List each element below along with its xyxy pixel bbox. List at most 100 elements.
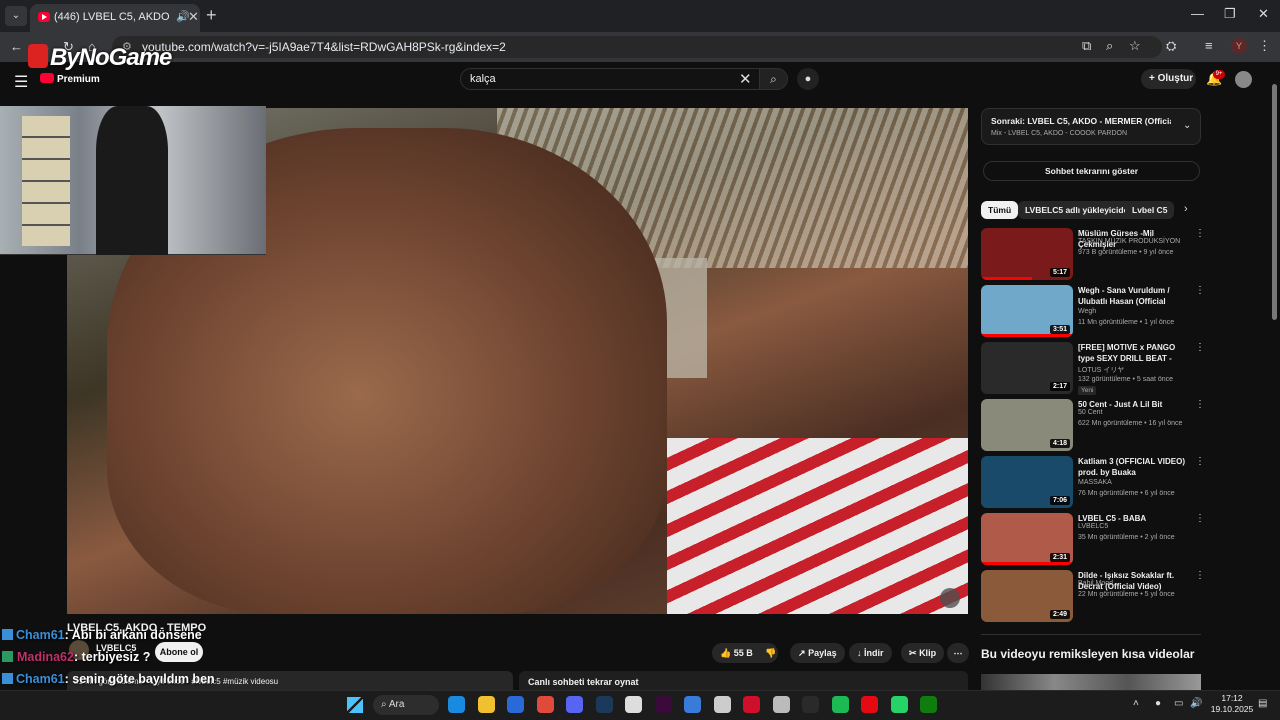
windows-start-icon[interactable] — [347, 697, 363, 713]
whatsapp-icon[interactable] — [890, 696, 908, 713]
network-icon[interactable]: ▭ — [1174, 698, 1183, 709]
chevron-down-icon[interactable]: ⌄ — [1183, 120, 1191, 131]
opera-icon[interactable] — [743, 696, 760, 713]
steelseries-icon[interactable] — [713, 696, 731, 713]
chevron-right-icon[interactable]: › — [1184, 203, 1188, 215]
video-thumbnail[interactable]: 2:17 — [981, 342, 1073, 394]
chip-uploader[interactable]: LVBELC5 adlı yükleyiciden — [1018, 201, 1141, 219]
channel-name[interactable]: MASSAKA — [1078, 479, 1112, 486]
video-title[interactable]: Katliam 3 (OFFICIAL VIDEO) prod. by Buak… — [1078, 456, 1190, 478]
notification-center-icon[interactable]: ▤ — [1258, 698, 1267, 709]
more-options-icon[interactable]: ⋮ — [1195, 570, 1205, 581]
url-field[interactable]: ⚙ youtube.com/watch?v=-j5IA9ae7T4&list=R… — [112, 36, 1162, 58]
recommendation-item[interactable]: 5:17 Müslüm Gürses -Mil Çekmişler TAŞKIN M… — [981, 228, 1205, 280]
video-title[interactable]: [FREE] MOTIVE x PANGO type SEXY DRILL BE… — [1078, 342, 1190, 364]
video-thumbnail[interactable]: 2:31 — [981, 513, 1073, 565]
recommendation-item[interactable]: 2:31 LVBEL C5 - BABA LVBELC5 35 Mn görüntül… — [981, 513, 1205, 565]
video-thumbnail[interactable]: 2:49 — [981, 570, 1073, 622]
video-meta: 35 Mn görüntüleme • 2 yıl önce — [1078, 534, 1175, 541]
browser-tab[interactable]: (446) LVBEL C5, AKDO - TEMPO 🔊 ✕ — [30, 4, 200, 32]
page-scrollbar[interactable] — [1271, 74, 1278, 690]
epic-icon[interactable] — [802, 696, 819, 713]
video-title[interactable]: Wegh - Sana Vuruldum / Ulubatlı Hasan (O… — [1078, 285, 1190, 307]
more-options-icon[interactable]: ⋮ — [1195, 456, 1205, 467]
close-window-button[interactable]: ✕ — [1258, 6, 1269, 22]
bookmark-star-icon[interactable]: ☆ — [1129, 38, 1141, 54]
channel-name[interactable]: Babil Mood — [1078, 580, 1113, 587]
channel-name[interactable]: LOTUS イリヤ — [1078, 365, 1124, 375]
more-options-icon[interactable]: ⋮ — [1195, 228, 1205, 239]
clear-search-icon[interactable]: ✕ — [739, 70, 752, 88]
video-thumbnail[interactable]: 7:06 — [981, 456, 1073, 508]
more-options-icon[interactable]: ⋮ — [1195, 342, 1205, 353]
xbox-icon[interactable] — [920, 696, 937, 713]
player-control-button[interactable] — [940, 588, 960, 608]
volume-icon[interactable]: 🔊 — [1190, 698, 1202, 709]
spotify-icon[interactable] — [831, 696, 849, 713]
download-button[interactable]: ↓ İndir — [849, 643, 892, 663]
steam-icon[interactable] — [595, 696, 613, 713]
media-control-icon[interactable]: ≡ — [1205, 38, 1213, 53]
minimize-button[interactable]: — — [1191, 6, 1204, 21]
recommendation-item[interactable]: 3:51 Wegh - Sana Vuruldum / Ulubatlı Hasa… — [981, 285, 1205, 337]
live-chat-replay[interactable]: Canlı sohbeti tekrar oynat — [519, 671, 968, 691]
recommendation-item[interactable]: 4:18 50 Cent - Just A Lil Bit 50 Cent 622 M… — [981, 399, 1205, 451]
create-button[interactable]: + Oluştur — [1141, 69, 1196, 89]
clip-button[interactable]: ✂ Klip — [901, 643, 945, 663]
unity-icon[interactable] — [772, 696, 790, 713]
cast-icon[interactable]: ⧉ — [1082, 38, 1091, 54]
more-actions-button[interactable]: ⋯ — [947, 643, 969, 663]
recommendation-item[interactable]: 2:49 Dilde - Işıksız Sokaklar ft. Decrat … — [981, 570, 1205, 622]
microphone-icon[interactable]: ● — [1155, 698, 1161, 709]
subscribe-button[interactable]: Abone ol — [155, 642, 203, 662]
defender-icon[interactable] — [684, 696, 701, 713]
profile-avatar[interactable]: Y — [1231, 38, 1247, 54]
like-dislike-button[interactable]: 👍 55 B 👎 — [712, 643, 778, 663]
recommendation-item[interactable]: 2:17 [FREE] MOTIVE x PANGO type SEXY DRIL… — [981, 342, 1205, 395]
maximize-button[interactable]: ❐ — [1224, 6, 1236, 22]
file-explorer-icon[interactable] — [477, 696, 495, 713]
video-thumbnail[interactable]: 4:18 — [981, 399, 1073, 451]
zoom-icon[interactable]: ⌕ — [1106, 38, 1113, 54]
chip-all[interactable]: Tümü — [981, 201, 1019, 219]
recommendation-item[interactable]: 7:06 Katliam 3 (OFFICIAL VIDEO) prod. by … — [981, 456, 1205, 508]
channel-name[interactable]: LVBELC5 — [1078, 523, 1108, 530]
shorts-thumbnails[interactable] — [981, 674, 1201, 690]
back-button[interactable]: ← — [10, 39, 23, 54]
more-options-icon[interactable]: ⋮ — [1195, 399, 1205, 410]
voice-search-button[interactable]: ● — [797, 68, 819, 90]
video-thumbnail[interactable]: 3:51 — [981, 285, 1073, 337]
account-avatar[interactable] — [1235, 71, 1252, 88]
share-button[interactable]: ↗ Paylaş — [790, 643, 845, 663]
extensions-icon[interactable]: ⛭ — [1166, 38, 1176, 54]
taskbar-search[interactable]: ⌕ Ara — [373, 695, 439, 715]
browser-menu-icon[interactable]: ⋮ — [1258, 38, 1271, 54]
more-options-icon[interactable]: ⋮ — [1195, 513, 1205, 524]
chrome-icon[interactable] — [536, 696, 554, 713]
taskbar-clock[interactable]: 17:12 19.10.2025 — [1207, 693, 1257, 715]
show-chat-replay-button[interactable]: Sohbet tekrarını göster — [983, 161, 1200, 181]
hamburger-menu-icon[interactable]: ☰ — [14, 72, 28, 92]
search-button[interactable]: ⌕ — [760, 68, 788, 90]
close-tab-icon[interactable]: ✕ — [188, 9, 199, 25]
url-text: youtube.com/watch?v=-j5IA9ae7T4&list=RDw… — [142, 40, 506, 54]
scrollbar-thumb[interactable] — [1272, 84, 1277, 320]
tab-search-button[interactable]: ⌄ — [5, 6, 27, 26]
edge-icon[interactable] — [448, 696, 465, 713]
channel-name[interactable]: 50 Cent — [1078, 409, 1103, 416]
store-icon[interactable] — [507, 696, 524, 713]
netflix-icon[interactable] — [861, 696, 878, 713]
channel-name[interactable]: Wegh — [1078, 308, 1096, 315]
channel-name[interactable]: TAŞKIN MÜZİK PRODÜKSİYON — [1078, 238, 1180, 245]
youtube-premium-logo[interactable]: Premium — [40, 73, 100, 85]
search-input[interactable]: kalça ✕ — [460, 68, 760, 90]
video-thumbnail[interactable]: 5:17 — [981, 228, 1073, 280]
chip-lvbel-c5[interactable]: Lvbel C5 — [1125, 201, 1175, 219]
more-options-icon[interactable]: ⋮ — [1195, 285, 1205, 296]
premiere-icon[interactable] — [654, 696, 672, 713]
new-tab-button[interactable]: + — [206, 5, 217, 26]
up-next-mix-panel[interactable]: Sonraki: LVBEL C5, AKDO - MERMER (Offici… — [981, 108, 1201, 145]
file-icon[interactable] — [625, 696, 642, 713]
show-hidden-icons[interactable]: ˄ — [1133, 698, 1139, 709]
discord-icon[interactable] — [566, 696, 583, 713]
